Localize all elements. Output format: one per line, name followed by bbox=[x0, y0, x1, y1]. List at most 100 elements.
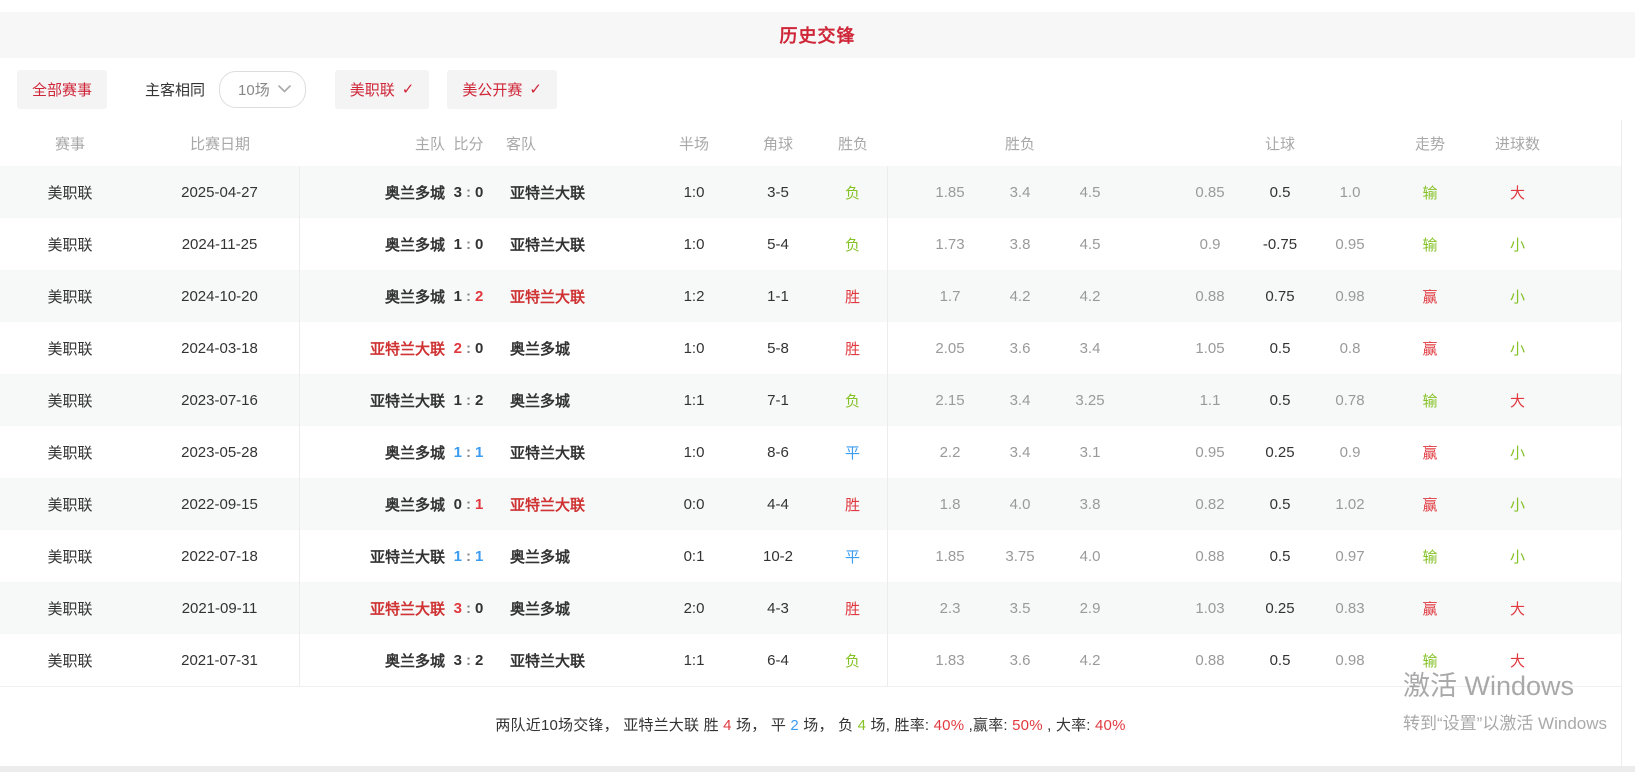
match-count-value: 10场 bbox=[238, 79, 270, 100]
odds-home-win: 2.15 bbox=[888, 374, 985, 426]
handicap-home-odds: 1.03 bbox=[1125, 582, 1245, 634]
table-row[interactable]: 美职联2024-10-20奥兰多城1:2亚特兰大联1:21-1胜1.74.24.… bbox=[0, 270, 1621, 322]
row-spacer bbox=[1560, 582, 1622, 634]
odds-home-win: 1.83 bbox=[888, 634, 985, 686]
odds-away-win: 4.2 bbox=[1055, 270, 1125, 322]
col-header-odds: 胜负 bbox=[888, 120, 1125, 166]
match-league: 美职联 bbox=[0, 218, 140, 270]
table-row[interactable]: 美职联2022-07-18亚特兰大联1:1奥兰多城0:110-2平1.853.7… bbox=[0, 530, 1621, 582]
table-row[interactable]: 美职联2024-03-18亚特兰大联2:0奥兰多城1:05-8胜2.053.63… bbox=[0, 322, 1621, 374]
away-goals: 0 bbox=[475, 184, 483, 201]
score: 1:2 bbox=[445, 374, 492, 426]
score: 2:0 bbox=[445, 322, 492, 374]
goals-badge: 小 bbox=[1475, 478, 1560, 530]
odds-draw: 3.5 bbox=[985, 582, 1055, 634]
home-team: 亚特兰大联 bbox=[300, 322, 445, 374]
half-score: 1:0 bbox=[650, 426, 738, 478]
score: 3:2 bbox=[445, 634, 492, 686]
score-separator: : bbox=[466, 444, 471, 461]
score: 1:0 bbox=[445, 218, 492, 270]
summary-text: 两队近10场交锋， 亚特兰大联 胜 bbox=[495, 717, 723, 734]
handicap-home-odds: 1.1 bbox=[1125, 374, 1245, 426]
table-row[interactable]: 美职联2025-04-27奥兰多城3:0亚特兰大联1:03-5负1.853.44… bbox=[0, 166, 1621, 218]
half-score: 1:0 bbox=[650, 166, 738, 218]
handicap-home-odds: 0.88 bbox=[1125, 270, 1245, 322]
result-badge: 平 bbox=[818, 426, 888, 478]
filter-same-home-away[interactable]: 主客相同 bbox=[145, 79, 205, 100]
handicap-away-odds: 0.78 bbox=[1315, 374, 1385, 426]
match-league: 美职联 bbox=[0, 270, 140, 322]
half-score: 1:1 bbox=[650, 634, 738, 686]
handicap-away-odds: 0.8 bbox=[1315, 322, 1385, 374]
odds-home-win: 1.85 bbox=[888, 166, 985, 218]
corner-score: 4-4 bbox=[738, 478, 818, 530]
trend-badge: 输 bbox=[1385, 374, 1475, 426]
col-header-spacer bbox=[1560, 120, 1622, 166]
odds-draw: 3.4 bbox=[985, 374, 1055, 426]
odds-away-win: 4.2 bbox=[1055, 634, 1125, 686]
away-team: 奥兰多城 bbox=[492, 530, 650, 582]
filter-league-usopen-label: 美公开赛 bbox=[462, 79, 522, 100]
goals-badge: 大 bbox=[1475, 374, 1560, 426]
corner-score: 7-1 bbox=[738, 374, 818, 426]
handicap-home-odds: 0.88 bbox=[1125, 530, 1245, 582]
odds-home-win: 2.2 bbox=[888, 426, 985, 478]
check-icon: ✓ bbox=[529, 80, 542, 98]
result-badge: 胜 bbox=[818, 322, 888, 374]
odds-home-win: 2.3 bbox=[888, 582, 985, 634]
filter-all-matches[interactable]: 全部赛事 bbox=[17, 70, 107, 109]
score-separator: : bbox=[466, 288, 471, 305]
odds-draw: 3.4 bbox=[985, 166, 1055, 218]
match-league: 美职联 bbox=[0, 582, 140, 634]
handicap-away-odds: 0.98 bbox=[1315, 634, 1385, 686]
match-date: 2021-09-11 bbox=[140, 582, 300, 634]
away-goals: 1 bbox=[475, 548, 483, 565]
goals-badge: 小 bbox=[1475, 322, 1560, 374]
summary-text: 场， 负 bbox=[799, 717, 858, 734]
home-team: 奥兰多城 bbox=[300, 166, 445, 218]
home-team: 亚特兰大联 bbox=[300, 374, 445, 426]
corner-score: 8-6 bbox=[738, 426, 818, 478]
table-row[interactable]: 美职联2023-05-28奥兰多城1:1亚特兰大联1:08-6平2.23.43.… bbox=[0, 426, 1621, 478]
half-score: 1:0 bbox=[650, 322, 738, 374]
odds-draw: 3.4 bbox=[985, 426, 1055, 478]
goals-badge: 大 bbox=[1475, 634, 1560, 686]
home-goals: 3 bbox=[454, 600, 462, 617]
match-count-dropdown[interactable]: 10场 bbox=[219, 71, 306, 108]
goals-badge: 小 bbox=[1475, 270, 1560, 322]
table-row[interactable]: 美职联2022-09-15奥兰多城0:1亚特兰大联0:04-4胜1.84.03.… bbox=[0, 478, 1621, 530]
home-team: 奥兰多城 bbox=[300, 270, 445, 322]
away-goals: 0 bbox=[475, 236, 483, 253]
odds-away-win: 3.1 bbox=[1055, 426, 1125, 478]
home-team: 奥兰多城 bbox=[300, 634, 445, 686]
table-row[interactable]: 美职联2021-09-11亚特兰大联3:0奥兰多城2:04-3胜2.33.52.… bbox=[0, 582, 1621, 634]
row-spacer bbox=[1560, 218, 1622, 270]
table-row[interactable]: 美职联2023-07-16亚特兰大联1:2奥兰多城1:17-1负2.153.43… bbox=[0, 374, 1621, 426]
odds-away-win: 3.8 bbox=[1055, 478, 1125, 530]
corner-score: 4-3 bbox=[738, 582, 818, 634]
odds-home-win: 1.85 bbox=[888, 530, 985, 582]
section-title: 历史交锋 bbox=[780, 22, 856, 48]
filter-league-usopen[interactable]: 美公开赛 ✓ bbox=[447, 70, 557, 109]
match-date: 2021-07-31 bbox=[140, 634, 300, 686]
row-spacer bbox=[1560, 166, 1622, 218]
score-separator: : bbox=[466, 236, 471, 253]
away-team: 亚特兰大联 bbox=[492, 634, 650, 686]
odds-draw: 3.6 bbox=[985, 322, 1055, 374]
odds-away-win: 3.25 bbox=[1055, 374, 1125, 426]
table-row[interactable]: 美职联2021-07-31奥兰多城3:2亚特兰大联1:16-4负1.833.64… bbox=[0, 634, 1621, 686]
table-row[interactable]: 美职联2024-11-25奥兰多城1:0亚特兰大联1:05-4负1.733.84… bbox=[0, 218, 1621, 270]
score: 3:0 bbox=[445, 166, 492, 218]
home-goals: 1 bbox=[454, 288, 462, 305]
home-goals: 1 bbox=[454, 444, 462, 461]
result-badge: 平 bbox=[818, 530, 888, 582]
handicap-away-odds: 0.97 bbox=[1315, 530, 1385, 582]
result-badge: 胜 bbox=[818, 270, 888, 322]
summary-text: , 大率: bbox=[1043, 717, 1095, 734]
summary-text: 场， 平 bbox=[732, 717, 791, 734]
result-badge: 负 bbox=[818, 218, 888, 270]
score-separator: : bbox=[466, 600, 471, 617]
filter-league-mls[interactable]: 美职联 ✓ bbox=[335, 70, 430, 109]
handicap-line: 0.5 bbox=[1245, 530, 1315, 582]
row-spacer bbox=[1560, 270, 1622, 322]
